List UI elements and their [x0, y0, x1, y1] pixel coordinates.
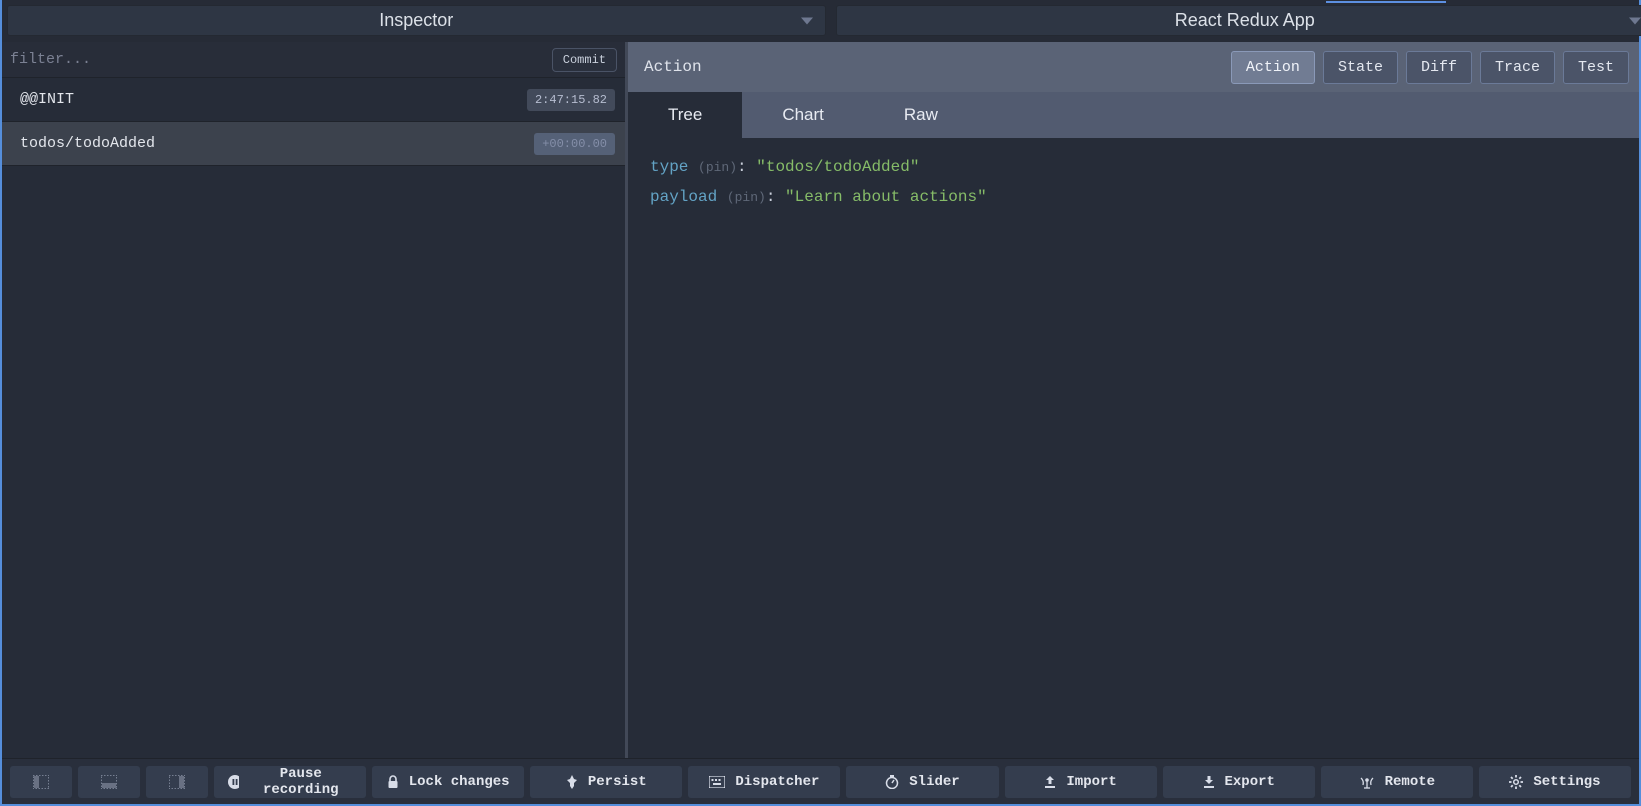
tab-test[interactable]: Test — [1563, 51, 1629, 84]
instance-selector[interactable]: React Redux App — [836, 5, 1641, 36]
subtab-raw[interactable]: Raw — [864, 92, 978, 138]
lock-changes-label: Lock changes — [409, 774, 510, 790]
pin-label[interactable]: (pin) — [698, 160, 737, 175]
settings-button[interactable]: Settings — [1479, 766, 1631, 798]
import-button[interactable]: Import — [1005, 766, 1157, 798]
lock-changes-button[interactable]: Lock changes — [372, 766, 524, 798]
tab-state[interactable]: State — [1323, 51, 1398, 84]
remote-button[interactable]: Remote — [1321, 766, 1473, 798]
action-name: todos/todoAdded — [20, 135, 155, 152]
action-list-panel: Commit @@INIT 2:47:15.82 todos/todoAdded +0… — [2, 42, 628, 758]
chevron-down-icon — [1629, 17, 1641, 24]
detail-panel: Action ActionStateDiffTraceTest TreeChar… — [628, 42, 1639, 758]
tree-key: payload — [650, 188, 717, 206]
tree-entry[interactable]: payload (pin): "Learn about actions" — [650, 188, 1617, 206]
tree-content: type (pin): "todos/todoAdded" payload (pi… — [628, 138, 1639, 758]
tree-value: "Learn about actions" — [785, 188, 987, 206]
pause-recording-label: Pause recording — [249, 766, 352, 798]
pause-icon — [228, 775, 239, 789]
tab-action[interactable]: Action — [1231, 51, 1315, 84]
panel-bottom-button[interactable] — [78, 766, 140, 798]
keyboard-icon — [709, 776, 725, 788]
tree-key: type — [650, 158, 688, 176]
filter-input[interactable] — [10, 51, 552, 68]
pin-icon — [566, 775, 578, 789]
panel-right-button[interactable] — [146, 766, 208, 798]
panel-left-button[interactable] — [10, 766, 72, 798]
persist-label: Persist — [588, 774, 647, 790]
commit-button[interactable]: Commit — [552, 48, 617, 72]
instance-selector-label: React Redux App — [1175, 10, 1315, 31]
antenna-icon — [1359, 775, 1375, 789]
chevron-down-icon — [801, 17, 813, 24]
colon: : — [737, 158, 756, 176]
tab-diff[interactable]: Diff — [1406, 51, 1472, 84]
action-name: @@INIT — [20, 91, 74, 108]
panel-right-icon — [169, 775, 185, 789]
lock-icon — [387, 775, 399, 789]
inspector-selector[interactable]: Inspector — [7, 5, 826, 36]
persist-button[interactable]: Persist — [530, 766, 682, 798]
dispatcher-label: Dispatcher — [735, 774, 819, 790]
action-timestamp: 2:47:15.82 — [527, 89, 615, 111]
detail-title: Action — [644, 58, 702, 76]
stopwatch-icon — [885, 775, 899, 789]
upload-icon — [1044, 775, 1056, 789]
download-icon — [1203, 775, 1215, 789]
action-row[interactable]: todos/todoAdded +00:00.00 — [2, 122, 625, 166]
colon: : — [766, 188, 785, 206]
panel-left-icon — [33, 775, 49, 789]
tree-value: "todos/todoAdded" — [756, 158, 919, 176]
gear-icon — [1509, 775, 1523, 789]
slider-button[interactable]: Slider — [846, 766, 998, 798]
panel-bottom-icon — [101, 775, 117, 789]
subtab-tree[interactable]: Tree — [628, 92, 742, 138]
subtab-chart[interactable]: Chart — [742, 92, 864, 138]
dispatcher-button[interactable]: Dispatcher — [688, 766, 840, 798]
action-row[interactable]: @@INIT 2:47:15.82 — [2, 78, 625, 122]
pin-label[interactable]: (pin) — [727, 190, 766, 205]
slider-label: Slider — [909, 774, 959, 790]
settings-label: Settings — [1533, 774, 1600, 790]
remote-label: Remote — [1385, 774, 1435, 790]
export-button[interactable]: Export — [1163, 766, 1315, 798]
pause-recording-button[interactable]: Pause recording — [214, 766, 366, 798]
import-label: Import — [1066, 774, 1116, 790]
export-label: Export — [1225, 774, 1275, 790]
tab-trace[interactable]: Trace — [1480, 51, 1555, 84]
tree-entry[interactable]: type (pin): "todos/todoAdded" — [650, 158, 1617, 176]
action-timestamp: +00:00.00 — [534, 133, 615, 155]
inspector-selector-label: Inspector — [379, 10, 453, 31]
active-tab-indicator — [1326, 1, 1446, 3]
